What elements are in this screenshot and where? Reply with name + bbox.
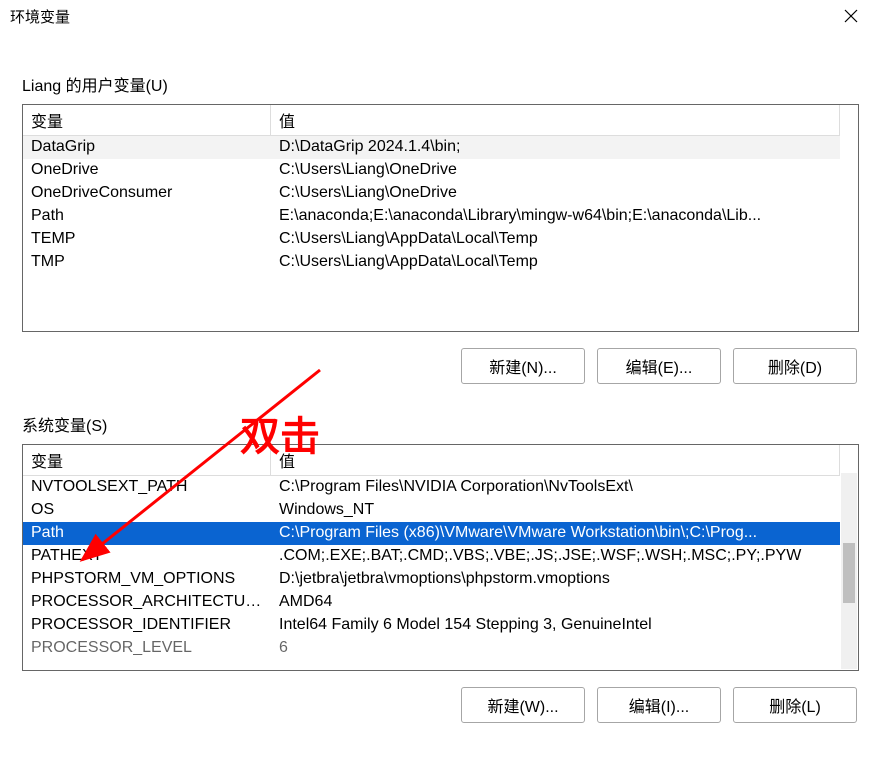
sys-rows: NVTOOLSEXT_PATH C:\Program Files\NVIDIA … (23, 476, 840, 660)
sys-col-var[interactable]: 变量 (23, 445, 271, 476)
cell-var: DataGrip (23, 136, 271, 159)
table-row[interactable]: Path E:\anaconda;E:\anaconda\Library\min… (23, 205, 840, 228)
sys-delete-button[interactable]: 删除(L) (733, 687, 857, 723)
sys-new-button[interactable]: 新建(W)... (461, 687, 585, 723)
cell-var: TMP (23, 251, 271, 274)
table-row[interactable]: PROCESSOR_IDENTIFIER Intel64 Family 6 Mo… (23, 614, 840, 637)
cell-var: PROCESSOR_LEVEL (23, 637, 271, 660)
table-row[interactable]: PATHEXT .COM;.EXE;.BAT;.CMD;.VBS;.VBE;.J… (23, 545, 840, 568)
cell-val: E:\anaconda;E:\anaconda\Library\mingw-w6… (271, 205, 840, 228)
table-row[interactable]: PROCESSOR_ARCHITECTURE AMD64 (23, 591, 840, 614)
cell-var: NVTOOLSEXT_PATH (23, 476, 271, 499)
table-row[interactable]: TEMP C:\Users\Liang\AppData\Local\Temp (23, 228, 840, 251)
cell-var: Path (23, 522, 271, 545)
cell-var: PROCESSOR_ARCHITECTURE (23, 591, 271, 614)
user-col-var[interactable]: 变量 (23, 105, 271, 136)
user-delete-button[interactable]: 删除(D) (733, 348, 857, 384)
close-button[interactable] (831, 2, 871, 30)
close-icon (844, 9, 858, 23)
cell-val: .COM;.EXE;.BAT;.CMD;.VBS;.VBE;.JS;.JSE;.… (271, 545, 840, 568)
user-col-val[interactable]: 值 (271, 105, 840, 136)
cell-val: C:\Program Files (x86)\VMware\VMware Wor… (271, 522, 840, 545)
cell-val: 6 (271, 637, 840, 660)
user-vars-label: Liang 的用户变量(U) (22, 72, 859, 96)
cell-val: D:\jetbra\jetbra\vmoptions\phpstorm.vmop… (271, 568, 840, 591)
cell-val: C:\Users\Liang\AppData\Local\Temp (271, 228, 840, 251)
table-row[interactable]: TMP C:\Users\Liang\AppData\Local\Temp (23, 251, 840, 274)
user-table-header: 变量 值 (23, 105, 840, 136)
table-row[interactable]: Path C:\Program Files (x86)\VMware\VMwar… (23, 522, 840, 545)
cell-val: C:\Users\Liang\AppData\Local\Temp (271, 251, 840, 274)
cell-var: OS (23, 499, 271, 522)
sys-vars-table[interactable]: 变量 值 NVTOOLSEXT_PATH C:\Program Files\NV… (22, 444, 859, 671)
cell-var: OneDriveConsumer (23, 182, 271, 205)
sys-vars-label: 系统变量(S) (22, 412, 859, 436)
cell-var: OneDrive (23, 159, 271, 182)
cell-val: C:\Users\Liang\OneDrive (271, 159, 840, 182)
cell-var: PATHEXT (23, 545, 271, 568)
cell-val: D:\DataGrip 2024.1.4\bin; (271, 136, 840, 159)
table-row[interactable]: OneDrive C:\Users\Liang\OneDrive (23, 159, 840, 182)
cell-val: Windows_NT (271, 499, 840, 522)
cell-var: Path (23, 205, 271, 228)
cell-val: C:\Program Files\NVIDIA Corporation\NvTo… (271, 476, 840, 499)
cell-var: TEMP (23, 228, 271, 251)
titlebar: 环境变量 (0, 0, 881, 32)
table-row[interactable]: OS Windows_NT (23, 499, 840, 522)
sys-table-header: 变量 值 (23, 445, 840, 476)
table-row[interactable]: OneDriveConsumer C:\Users\Liang\OneDrive (23, 182, 840, 205)
cell-val: C:\Users\Liang\OneDrive (271, 182, 840, 205)
scrollbar-thumb[interactable] (843, 543, 855, 603)
cell-var: PROCESSOR_IDENTIFIER (23, 614, 271, 637)
user-buttons: 新建(N)... 编辑(E)... 删除(D) (22, 348, 859, 384)
cell-var: PHPSTORM_VM_OPTIONS (23, 568, 271, 591)
table-row[interactable]: NVTOOLSEXT_PATH C:\Program Files\NVIDIA … (23, 476, 840, 499)
user-edit-button[interactable]: 编辑(E)... (597, 348, 721, 384)
table-row[interactable]: DataGrip D:\DataGrip 2024.1.4\bin; (23, 136, 840, 159)
window-title: 环境变量 (10, 6, 70, 27)
sys-edit-button[interactable]: 编辑(I)... (597, 687, 721, 723)
user-new-button[interactable]: 新建(N)... (461, 348, 585, 384)
sys-col-val[interactable]: 值 (271, 445, 840, 476)
user-vars-table[interactable]: 变量 值 DataGrip D:\DataGrip 2024.1.4\bin; … (22, 104, 859, 332)
table-row[interactable]: PHPSTORM_VM_OPTIONS D:\jetbra\jetbra\vmo… (23, 568, 840, 591)
sys-scrollbar[interactable] (841, 473, 857, 669)
table-row[interactable]: PROCESSOR_LEVEL 6 (23, 637, 840, 660)
cell-val: AMD64 (271, 591, 840, 614)
cell-val: Intel64 Family 6 Model 154 Stepping 3, G… (271, 614, 840, 637)
content: Liang 的用户变量(U) 变量 值 DataGrip D:\DataGrip… (0, 32, 881, 723)
sys-buttons: 新建(W)... 编辑(I)... 删除(L) (22, 687, 859, 723)
user-rows: DataGrip D:\DataGrip 2024.1.4\bin; OneDr… (23, 136, 840, 274)
